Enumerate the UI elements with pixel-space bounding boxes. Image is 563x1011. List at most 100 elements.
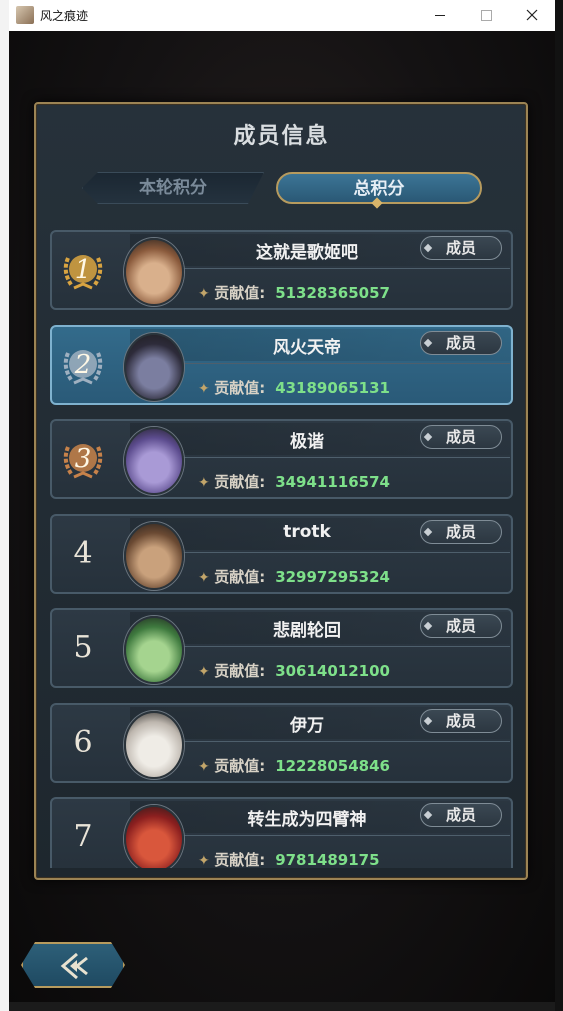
row-divider [180,646,510,647]
sparkle-icon: ✦ [198,758,215,775]
contribution-value: 34941116574 [275,473,390,491]
tab-round-score[interactable]: 本轮积分 [82,172,264,204]
diamond-icon [423,716,433,725]
sparkle-icon: ✦ [198,853,215,868]
role-label: 成员 [445,806,476,824]
diamond-icon [423,243,433,253]
role-badge: 成员 [420,330,502,355]
contribution-label: 贡献值: [214,662,266,680]
role-badge: 成员 [420,708,502,733]
diamond-icon [423,527,433,536]
bronze-medal-icon: 3 [58,435,108,483]
sparkle-icon: ✦ [198,380,215,397]
member-name: 这就是歌姬吧 [256,243,358,263]
back-button[interactable] [21,942,125,988]
gold-medal-icon: 1 [58,246,108,294]
sparkle-icon: ✦ [198,569,215,586]
contribution: ✦ 贡献值: 9781489175 [198,849,380,868]
minimize-button[interactable] [417,0,463,31]
contribution: ✦ 贡献值: 32997295324 [198,566,390,587]
diamond-icon [423,621,433,631]
list-item[interactable]: 3 极谐 成员 ✦ 贡献值: 34941116574 [50,419,513,499]
member-name: 悲剧轮回 [273,621,341,641]
row-divider [180,268,510,269]
contribution-label: 贡献值: [214,756,266,775]
rank-number: 6 [73,724,93,760]
role-label: 成员 [445,333,476,352]
contribution-value: 43189065131 [275,378,390,397]
contribution-label: 贡献值: [214,378,266,397]
list-item[interactable]: 4 trotk 成员 ✦ 贡献值: 32997295324 [50,513,513,594]
row-divider [180,835,510,836]
contribution-value: 9781489175 [275,851,380,868]
row-divider [180,362,510,364]
close-button[interactable] [509,0,555,31]
rank-number: 2 [74,349,92,380]
role-badge: 成员 [420,803,502,827]
avatar[interactable] [124,616,184,684]
diamond-icon [423,810,433,820]
role-label: 成员 [445,522,476,541]
list-item[interactable]: 1 这就是歌姬吧 成员 ✦ 贡献值: 51328365057 [50,230,513,310]
role-label: 成员 [445,711,476,730]
rank-number: 5 [73,630,93,665]
row-divider [180,551,510,553]
contribution: ✦ 贡献值: 30614012100 [198,660,390,681]
avatar[interactable] [124,521,184,590]
role-label: 成员 [445,428,476,446]
close-icon [526,9,538,21]
role-badge: 成员 [420,519,502,544]
sparkle-icon: ✦ [198,475,215,491]
contribution: ✦ 贡献值: 34941116574 [198,471,390,492]
avatar[interactable] [124,805,184,868]
role-badge: 成员 [420,425,502,449]
minimize-icon [435,14,445,16]
list-item[interactable]: 7 转生成为四臂神 成员 ✦ 贡献值: 9781489175 [50,797,513,868]
contribution-value: 51328365057 [275,284,390,302]
avatar[interactable] [124,332,184,401]
contribution-value: 32997295324 [275,567,390,586]
role-badge: 成员 [420,236,502,260]
diamond-icon [423,338,433,347]
row-divider [180,740,510,742]
member-name: 极谐 [290,432,324,452]
rank-number: 1 [74,255,92,285]
contribution-label: 贡献值: [214,851,266,868]
back-arrow-icon [57,952,93,980]
contribution-value: 30614012100 [275,662,390,680]
window-border-right [555,0,563,1011]
diamond-icon [423,432,433,442]
panel-title: 成员信息 [233,124,330,149]
contribution-label: 贡献值: [214,473,266,491]
sparkle-icon: ✦ [198,664,215,680]
rank-number: 4 [73,535,93,571]
maximize-icon [480,9,492,21]
list-item[interactable]: 2 风火天帝 成员 ✦ 贡献值: 43189065131 [50,324,513,405]
role-badge: 成员 [420,614,502,638]
sparkle-icon: ✦ [198,286,215,302]
member-name: trotk [283,521,331,542]
role-label: 成员 [445,617,476,635]
contribution-label: 贡献值: [214,284,266,302]
list-item[interactable]: 5 悲剧轮回 成员 ✦ 贡献值: 30614012100 [50,608,513,688]
contribution: ✦ 贡献值: 43189065131 [198,377,390,398]
list-item[interactable]: 6 伊万 成员 ✦ 贡献值: 12228054846 [50,702,513,783]
member-list[interactable]: 1 这就是歌姬吧 成员 ✦ 贡献值: 51328365057 2 风火天帝 成员 ✦ 贡献值: 4… [48,230,516,868]
window-title: 风之痕迹 [40,9,89,23]
app-icon [16,6,34,24]
member-name: 伊万 [290,715,324,736]
avatar[interactable] [124,427,184,495]
rank-number: 3 [74,444,92,474]
maximize-button[interactable] [463,0,509,31]
contribution-value: 12228054846 [275,756,390,775]
contribution: ✦ 贡献值: 51328365057 [198,282,390,303]
silver-medal-icon: 2 [58,341,108,389]
row-divider [180,457,510,458]
member-name: 转生成为四臂神 [247,810,367,830]
contribution-label: 贡献值: [214,567,266,586]
avatar[interactable] [124,238,184,306]
role-label: 成员 [445,239,476,257]
avatar[interactable] [124,710,184,779]
member-name: 风火天帝 [273,337,341,358]
window-titlebar: 风之痕迹 [9,0,555,32]
